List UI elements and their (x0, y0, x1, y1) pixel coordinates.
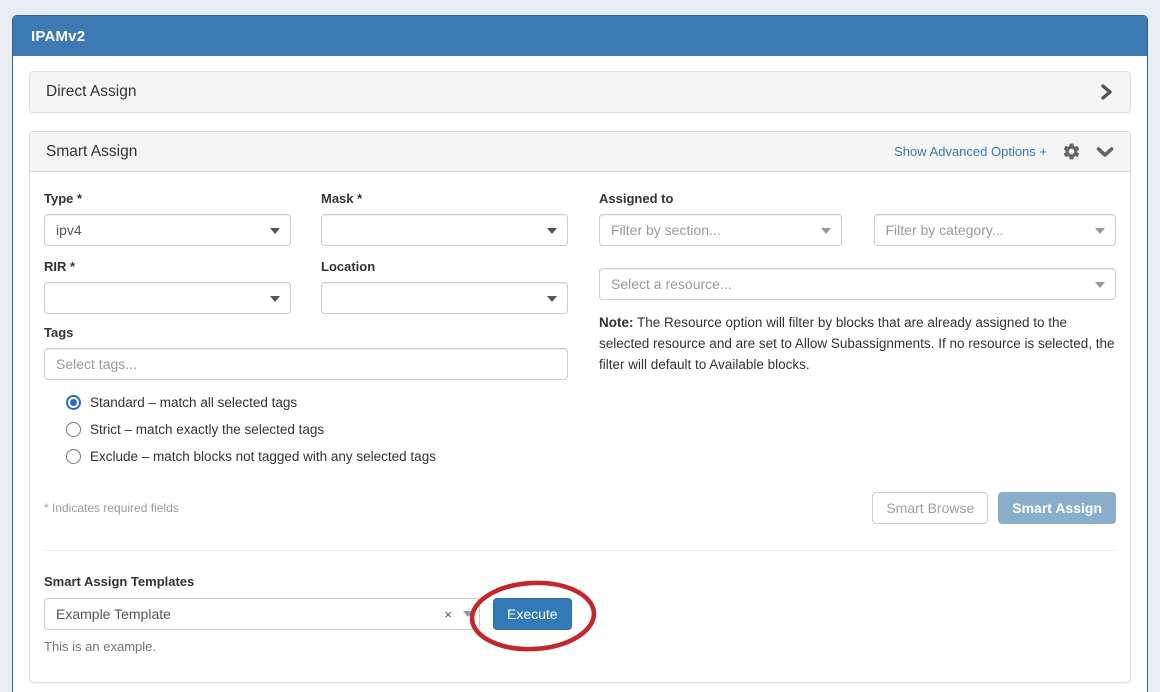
app-header: IPAMv2 (13, 16, 1147, 56)
clear-selection-icon[interactable]: × (439, 607, 457, 622)
radio-standard[interactable]: Standard – match all selected tags (66, 395, 568, 410)
radio-strict-label: Strict – match exactly the selected tags (90, 422, 324, 437)
direct-assign-title: Direct Assign (46, 83, 136, 101)
smart-browse-button[interactable]: Smart Browse (872, 492, 988, 524)
radio-button-icon[interactable] (66, 422, 81, 437)
resource-select[interactable]: Select a resource... (599, 268, 1116, 300)
tag-match-radio-group: Standard – match all selected tags Stric… (66, 395, 568, 464)
show-advanced-options-link[interactable]: Show Advanced Options + (894, 144, 1047, 159)
select-caret-icon (270, 296, 280, 302)
mask-label: Mask * (321, 191, 568, 206)
select-caret-icon (547, 296, 557, 302)
section-divider (44, 550, 1116, 551)
smart-assign-body: Type * ipv4 Mask * (30, 172, 1130, 654)
template-selected-value: Example Template (56, 606, 439, 622)
smart-assign-panel-header: Smart Assign Show Advanced Options + (30, 132, 1130, 172)
resource-note: Note: The Resource option will filter by… (599, 313, 1116, 376)
required-fields-note: * Indicates required fields (44, 501, 179, 515)
radio-exclude[interactable]: Exclude – match blocks not tagged with a… (66, 449, 568, 464)
templates-label: Smart Assign Templates (44, 574, 1116, 589)
rir-select[interactable] (44, 282, 291, 314)
select-caret-icon (270, 228, 280, 234)
select-caret-icon (547, 228, 557, 234)
radio-strict[interactable]: Strict – match exactly the selected tags (66, 422, 568, 437)
radio-button-icon[interactable] (66, 449, 81, 464)
type-label: Type * (44, 191, 291, 206)
app-body: Direct Assign Smart Assign Show Advanced… (13, 56, 1147, 683)
radio-standard-label: Standard – match all selected tags (90, 395, 297, 410)
tags-input[interactable]: Select tags... (44, 348, 568, 380)
template-caret-icon[interactable] (457, 599, 479, 629)
location-label: Location (321, 259, 568, 274)
tags-label: Tags (44, 325, 568, 340)
gear-icon[interactable] (1062, 142, 1081, 161)
ipam-window: IPAMv2 Direct Assign Smart Assign Show A… (12, 15, 1148, 692)
app-title: IPAMv2 (31, 28, 85, 45)
select-caret-icon (1095, 228, 1105, 234)
radio-button-icon[interactable] (66, 395, 81, 410)
template-select[interactable]: Example Template × (44, 598, 480, 630)
smart-assign-panel: Smart Assign Show Advanced Options + (29, 131, 1131, 683)
smart-assign-templates-section: Smart Assign Templates Example Template … (44, 574, 1116, 654)
template-description: This is an example. (44, 639, 1116, 654)
chevron-right-icon[interactable] (1098, 83, 1114, 101)
select-caret-icon (821, 228, 831, 234)
select-caret-icon (1095, 282, 1105, 288)
execute-button[interactable]: Execute (493, 598, 572, 630)
filter-category-select[interactable]: Filter by category... (874, 214, 1117, 246)
type-select[interactable]: ipv4 (44, 214, 291, 246)
rir-label: RIR * (44, 259, 291, 274)
smart-assign-title: Smart Assign (46, 143, 894, 161)
chevron-down-icon[interactable] (1096, 145, 1114, 159)
mask-select[interactable] (321, 214, 568, 246)
radio-exclude-label: Exclude – match blocks not tagged with a… (90, 449, 436, 464)
assigned-to-label: Assigned to (599, 191, 1116, 206)
direct-assign-panel-header[interactable]: Direct Assign (29, 71, 1131, 113)
filter-section-select[interactable]: Filter by section... (599, 214, 842, 246)
location-select[interactable] (321, 282, 568, 314)
smart-assign-button[interactable]: Smart Assign (998, 492, 1116, 524)
